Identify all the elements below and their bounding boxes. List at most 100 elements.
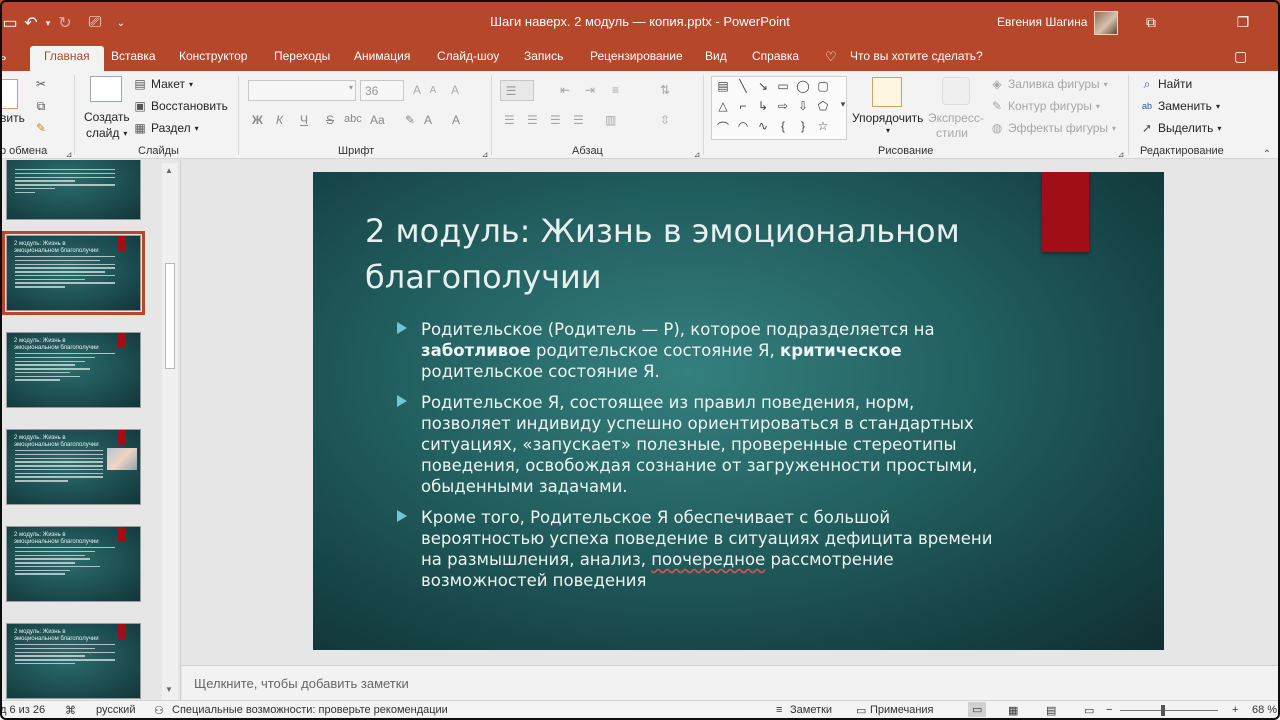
slide-sorter-icon[interactable]: ▦	[1008, 704, 1018, 717]
quick-styles-icon[interactable]	[942, 77, 970, 105]
slide-thumbnail[interactable]	[6, 160, 141, 220]
arc-shape-icon[interactable]: ◠	[734, 119, 752, 133]
collapse-ribbon-icon[interactable]: ⌃	[1260, 147, 1274, 161]
slide-thumbnails-pane[interactable]: 2 модуль: Жизнь в эмоциональном благопол…	[0, 160, 181, 700]
reading-view-icon[interactable]: ▤	[1046, 704, 1056, 717]
zoom-out-icon[interactable]: −	[1106, 704, 1112, 716]
accessibility-icon[interactable]: ⚇	[154, 704, 164, 717]
tab-help[interactable]: Справка	[752, 46, 799, 71]
tab-slideshow[interactable]: Слайд-шоу	[437, 46, 499, 71]
new-slide-label[interactable]: Создать	[84, 110, 130, 124]
shape-fill-button[interactable]: ◈ Заливка фигуры ▾	[990, 77, 1107, 91]
spellcheck-word[interactable]: поочередное	[651, 550, 765, 569]
rectangle-shape-icon[interactable]: ▭	[774, 79, 792, 93]
language-indicator[interactable]: русский	[96, 704, 135, 716]
line-shape-icon[interactable]: ╲	[734, 79, 752, 93]
slideshow-view-icon[interactable]: ▭	[1084, 704, 1094, 717]
more-shapes-icon[interactable]: ▾	[834, 99, 852, 110]
star-shape-icon[interactable]: ☆	[814, 119, 832, 133]
replace-button[interactable]: ab Заменить ▾	[1140, 99, 1220, 113]
font-color-a-icon[interactable]: A	[452, 113, 460, 127]
text-direction-icon[interactable]: ⇅	[660, 83, 670, 97]
bullets-button[interactable]: ☰	[500, 80, 534, 101]
ribbon-display-icon[interactable]: ⧉	[1141, 12, 1161, 32]
font-color-icon[interactable]: A	[424, 113, 432, 127]
copy-icon[interactable]: ⧉	[34, 99, 48, 113]
align-left-icon[interactable]: ☰	[504, 113, 515, 127]
section-button[interactable]: ▦ Раздел ▾	[133, 121, 198, 135]
select-button[interactable]: ➚ Выделить ▾	[1140, 121, 1221, 135]
shape-effects-button[interactable]: ◍ Эффекты фигуры ▾	[990, 121, 1116, 135]
find-button[interactable]: ⌕ Найти	[1140, 77, 1193, 92]
bold-button[interactable]: Ж	[252, 113, 263, 127]
comments-toggle[interactable]: Примечания	[870, 704, 934, 716]
notes-pane[interactable]: Щелкните, чтобы добавить заметки	[182, 665, 1280, 700]
change-case-icon[interactable]: Aa	[370, 113, 385, 127]
notes-icon[interactable]: ≡	[776, 704, 782, 716]
italic-button[interactable]: К	[276, 113, 283, 127]
tab-animations[interactable]: Анимация	[354, 46, 410, 71]
tell-me-search[interactable]: Что вы хотите сделать?	[850, 46, 983, 71]
user-name[interactable]: Евгения Шагина	[997, 15, 1087, 29]
scroll-up-icon[interactable]: ▲	[165, 166, 173, 175]
layout-button[interactable]: ▤ Макет ▾	[133, 77, 193, 91]
zoom-level[interactable]: 68 %	[1252, 704, 1277, 716]
grow-font-icon[interactable]: A	[410, 83, 424, 97]
lightbulb-icon[interactable]: ♡	[825, 49, 839, 65]
strikethrough-button[interactable]: S	[326, 113, 334, 127]
rounded-rect-shape-icon[interactable]: ▢	[814, 79, 832, 93]
format-painter-icon[interactable]: ✎	[34, 121, 48, 135]
font-launcher-icon[interactable]: ⊿	[478, 147, 492, 161]
columns-icon[interactable]: ▥	[605, 113, 616, 127]
increase-indent-icon[interactable]: ⇥	[585, 83, 595, 97]
normal-view-icon[interactable]: ▭	[968, 702, 987, 717]
current-slide[interactable]: 2 модуль: Жизнь в эмоциональном благопол…	[313, 172, 1164, 650]
callout-shape-icon[interactable]: ⌒	[714, 119, 732, 136]
align-right-icon[interactable]: ☰	[550, 113, 561, 127]
textbox-shape-icon[interactable]: ▤	[714, 79, 732, 93]
slide-thumbnail[interactable]: 2 модуль: Жизнь в эмоциональном благопол…	[6, 623, 141, 699]
zoom-slider[interactable]	[1120, 710, 1218, 711]
elbow-arrow-shape-icon[interactable]: ↳	[754, 99, 772, 113]
clear-format-icon[interactable]: A	[448, 83, 462, 97]
spelling-icon[interactable]: ⌘	[65, 704, 76, 717]
oval-shape-icon[interactable]: ◯	[794, 79, 812, 93]
slide-thumbnail[interactable]: 2 модуль: Жизнь в эмоциональном благопол…	[6, 526, 141, 602]
zoom-slider-thumb[interactable]	[1161, 705, 1165, 716]
align-text-icon[interactable]: ⇳	[660, 113, 670, 127]
tab-file-edge[interactable]: ь	[0, 46, 8, 71]
elbow-connector-shape-icon[interactable]: ⌐	[734, 99, 752, 113]
down-arrow-shape-icon[interactable]: ⇩	[794, 99, 812, 113]
tab-home[interactable]: Главная	[30, 46, 104, 71]
quick-styles-button[interactable]: Экспресс-	[928, 111, 984, 125]
underline-button[interactable]: Ч	[300, 113, 308, 127]
new-slide-label-2[interactable]: слайд ▾	[86, 126, 127, 140]
notes-toggle[interactable]: Заметки	[790, 704, 832, 716]
arrange-dropdown-icon[interactable]: ▾	[886, 126, 890, 135]
right-arrow-shape-icon[interactable]: ⇨	[774, 99, 792, 113]
drawing-launcher-icon[interactable]: ⊿	[1114, 147, 1128, 161]
font-name-field[interactable]: ▾	[248, 80, 356, 101]
paragraph-launcher-icon[interactable]: ⊿	[690, 147, 704, 161]
align-center-icon[interactable]: ☰	[527, 113, 538, 127]
quick-styles-button-2[interactable]: стили	[936, 126, 968, 140]
tab-design[interactable]: Конструктор	[179, 46, 247, 71]
cut-icon[interactable]: ✂	[34, 77, 48, 91]
tab-transitions[interactable]: Переходы	[274, 46, 330, 71]
reset-button[interactable]: ▣ Восстановить	[133, 99, 228, 113]
scrollbar-thumb[interactable]	[165, 263, 175, 369]
justify-icon[interactable]: ☰	[573, 113, 584, 127]
triangle-shape-icon[interactable]: △	[714, 99, 732, 113]
shape-outline-button[interactable]: ✎ Контур фигуры ▾	[990, 99, 1100, 113]
shrink-font-icon[interactable]: A	[426, 83, 440, 97]
curve-shape-icon[interactable]: ∿	[754, 119, 772, 133]
char-spacing-icon[interactable]: abc	[344, 113, 362, 125]
flowchart-shape-icon[interactable]: ⬠	[814, 99, 832, 113]
tab-review[interactable]: Рецензирование	[590, 46, 683, 71]
zoom-in-icon[interactable]: +	[1232, 704, 1238, 716]
right-brace-shape-icon[interactable]: }	[794, 119, 812, 133]
slide-thumbnail[interactable]: 2 модуль: Жизнь в эмоциональном благопол…	[6, 429, 141, 505]
shapes-gallery[interactable]: ▤ ╲ ↘ ▭ ◯ ▢ △ ⌐ ↳ ⇨ ⇩ ⬠ ⌒ ◠ ∿ { } ☆ ▾	[711, 76, 847, 140]
new-slide-icon[interactable]	[90, 76, 122, 102]
tab-view[interactable]: Вид	[705, 46, 727, 71]
